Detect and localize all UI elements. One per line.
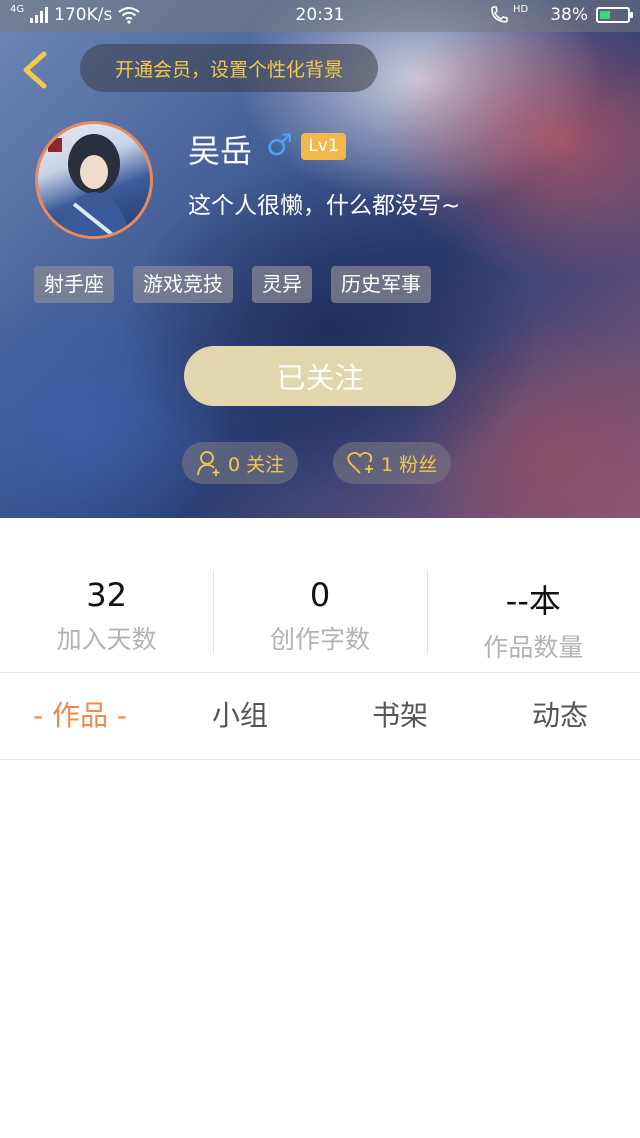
wifi-icon [118, 7, 140, 24]
stat-value: --本 [505, 582, 561, 620]
avatar[interactable] [35, 121, 153, 239]
fans-count-button[interactable]: 1 粉丝 [333, 442, 452, 484]
status-bar: 4G 170K/s 20:31 HD 38% [0, 0, 640, 32]
network-type: 4G [10, 3, 25, 15]
battery-percent: 38% [550, 5, 588, 25]
user-bio: 这个人很懒，什么都没写~ [188, 193, 461, 219]
followed-button[interactable]: 已关注 [184, 346, 456, 406]
network-speed: 170K/s [54, 5, 113, 25]
vip-banner-text: 开通会员，设置个性化背景 [114, 58, 343, 81]
battery-icon [596, 7, 633, 23]
tag-item[interactable]: 灵异 [252, 266, 312, 303]
hd-label: HD [512, 3, 529, 15]
interest-tags: 射手座 游戏竞技 灵异 历史军事 [34, 266, 431, 303]
tab-groups[interactable]: 小组 [160, 673, 320, 759]
stat-label: 创作字数 [269, 625, 370, 654]
fans-count: 1 粉丝 [381, 453, 438, 476]
vip-background-banner[interactable]: 开通会员，设置个性化背景 [80, 44, 378, 92]
username: 吴岳 [188, 132, 253, 170]
stat-label: 作品数量 [483, 633, 584, 662]
heart-add-icon [347, 451, 373, 474]
following-count: 0 关注 [228, 453, 285, 476]
avatar-image [48, 134, 130, 236]
signal-icon [30, 7, 49, 23]
user-add-icon [197, 451, 220, 476]
tab-content-area [0, 760, 640, 1138]
battery-fill [600, 11, 610, 19]
tag-item[interactable]: 射手座 [34, 266, 114, 303]
stat-joined-days: 32 加入天数 [0, 560, 213, 672]
profile-tabs: - 作品 - 小组 书架 动态 [0, 673, 640, 759]
tag-item[interactable]: 游戏竞技 [133, 266, 233, 303]
tab-bookshelf[interactable]: 书架 [320, 673, 480, 759]
stat-label: 加入天数 [56, 625, 157, 654]
profile-stats: 32 加入天数 0 创作字数 --本 作品数量 [0, 560, 640, 672]
tab-works[interactable]: - 作品 - [0, 673, 160, 759]
stat-value: 32 [86, 576, 128, 614]
stat-works-count: --本 作品数量 [426, 560, 640, 672]
level-badge: Lv1 [301, 133, 346, 160]
stat-value: 0 [309, 576, 331, 614]
tab-activity[interactable]: 动态 [480, 673, 640, 759]
status-left: 4G 170K/s [10, 3, 140, 25]
status-right: HD 38% [489, 3, 633, 25]
followed-button-label: 已关注 [276, 363, 364, 395]
stat-word-count: 0 创作字数 [213, 560, 426, 672]
tag-item[interactable]: 历史军事 [331, 266, 431, 303]
following-count-button[interactable]: 0 关注 [182, 442, 299, 484]
profile-header: 4G 170K/s 20:31 HD 38% 开通会员，设置个性化背景 吴岳 ♂… [0, 0, 640, 518]
back-icon[interactable] [18, 50, 52, 90]
male-gender-icon: ♂ [266, 128, 293, 163]
